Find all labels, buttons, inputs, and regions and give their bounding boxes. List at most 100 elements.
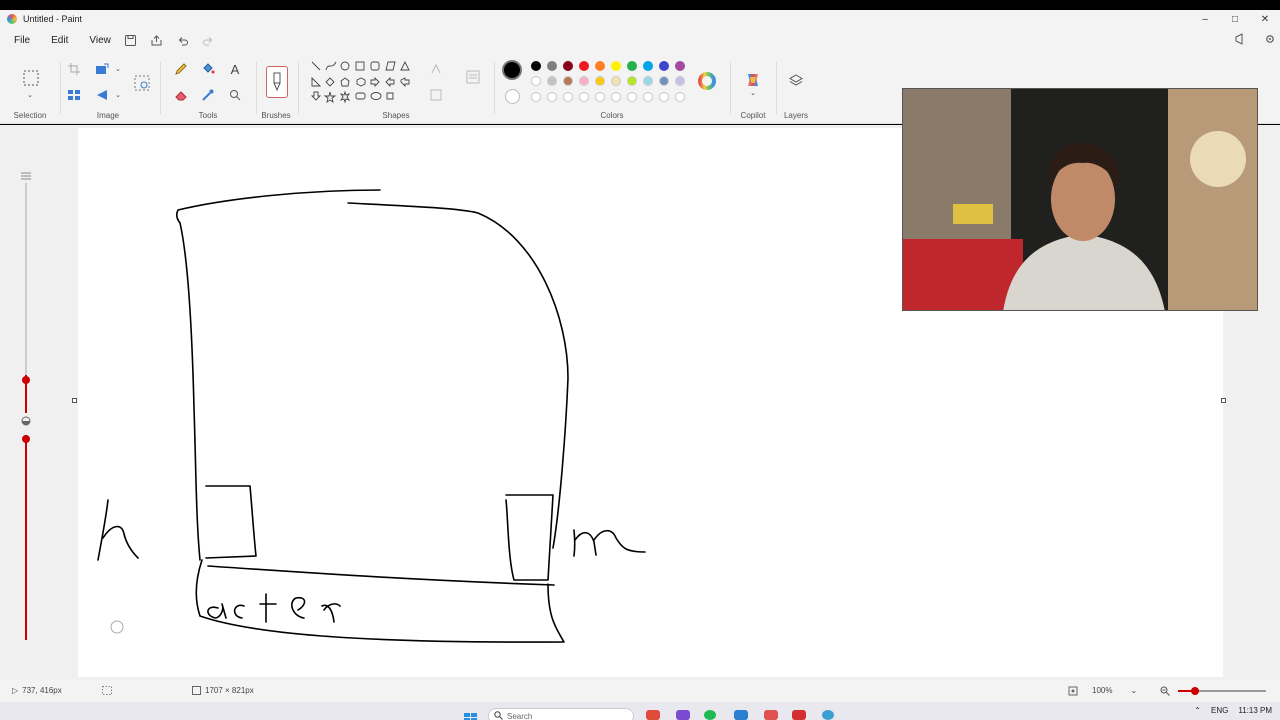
minimize-button[interactable]: –: [1190, 10, 1220, 28]
image-select-icon[interactable]: [133, 74, 151, 92]
copilot-dropdown-icon[interactable]: ⌄: [744, 84, 762, 102]
fit-to-window-icon[interactable]: [1068, 686, 1078, 696]
color-swatch[interactable]: [595, 61, 605, 71]
zoom-out-icon[interactable]: [1160, 686, 1170, 696]
brush-icon[interactable]: [266, 66, 288, 98]
taskbar-app-red-icon[interactable]: [764, 710, 778, 720]
custom-color-slot[interactable]: [627, 92, 637, 102]
image-label: Image: [96, 111, 120, 120]
taskbar-app-record-icon[interactable]: [792, 710, 806, 720]
screen-top-border: [0, 0, 1280, 10]
color-swatch[interactable]: [531, 61, 541, 71]
opacity-icon: [21, 413, 31, 426]
menu-file[interactable]: File: [7, 35, 37, 46]
opacity-slider-track[interactable]: [25, 435, 27, 640]
language-indicator[interactable]: ENG: [1211, 706, 1228, 715]
image-rotate-icon[interactable]: [65, 86, 83, 104]
shape-size-icon[interactable]: [464, 68, 482, 86]
layers-group: Layers: [776, 52, 816, 124]
crop-icon[interactable]: [65, 60, 83, 78]
color-swatch[interactable]: [611, 61, 621, 71]
maximize-button[interactable]: □: [1220, 10, 1250, 28]
share-icon[interactable]: [144, 30, 170, 50]
canvas-resize-handle-left[interactable]: [72, 398, 77, 403]
cursor-position: ▷ 737, 416px: [12, 686, 62, 695]
color-swatch[interactable]: [675, 61, 685, 71]
custom-color-slot[interactable]: [547, 92, 557, 102]
shape-fill-icon[interactable]: [428, 86, 446, 104]
custom-color-slot[interactable]: [563, 92, 573, 102]
custom-color-slot[interactable]: [643, 92, 653, 102]
color-swatch[interactable]: [643, 76, 653, 86]
color-swatch[interactable]: [547, 61, 557, 71]
clock-time[interactable]: 11:13 PM: [1238, 706, 1272, 715]
eraser-icon[interactable]: [172, 86, 190, 104]
layers-icon[interactable]: [787, 72, 805, 90]
pencil-icon[interactable]: [172, 60, 190, 78]
color-swatch[interactable]: [563, 76, 573, 86]
custom-color-slot[interactable]: [611, 92, 621, 102]
edit-colors-icon[interactable]: [698, 72, 716, 90]
spotify-icon[interactable]: [704, 710, 716, 720]
opacity-slider-thumb[interactable]: [22, 435, 30, 443]
zoom-slider-thumb[interactable]: [1191, 687, 1199, 695]
color-swatch[interactable]: [627, 61, 637, 71]
primary-color-swatch[interactable]: [502, 60, 522, 80]
size-slider-thumb[interactable]: [22, 376, 30, 384]
flip-dropdown-icon[interactable]: ⌄: [109, 86, 127, 104]
color-swatch[interactable]: [579, 76, 589, 86]
color-swatch[interactable]: [627, 76, 637, 86]
menu-view[interactable]: View: [82, 35, 118, 46]
stroke-top-right: [347, 202, 569, 549]
save-icon[interactable]: [118, 30, 144, 50]
color-swatch[interactable]: [547, 76, 557, 86]
color-swatch[interactable]: [563, 61, 573, 71]
shape-outline-icon[interactable]: [428, 60, 446, 78]
color-swatch[interactable]: [643, 61, 653, 71]
tools-label: Tools: [198, 111, 218, 120]
shape-gallery[interactable]: [308, 58, 420, 108]
redo-icon[interactable]: [196, 30, 222, 50]
custom-color-slot[interactable]: [531, 92, 541, 102]
undo-icon[interactable]: [170, 30, 196, 50]
menu-edit[interactable]: Edit: [44, 35, 75, 46]
color-swatch[interactable]: [675, 76, 685, 86]
brushes-label: Brushes: [261, 111, 291, 120]
start-icon[interactable]: [464, 710, 478, 720]
select-rectangle-icon[interactable]: [21, 68, 41, 88]
taskbar-app-store-icon[interactable]: [734, 710, 748, 720]
notifications-icon[interactable]: [1234, 32, 1246, 48]
webcam-overlay: [902, 88, 1258, 311]
color-swatch[interactable]: [659, 76, 669, 86]
taskbar-search[interactable]: Search: [488, 708, 634, 720]
canvas-resize-handle-right[interactable]: [1221, 398, 1226, 403]
zoom-dropdown-icon: ⌄: [1130, 686, 1138, 695]
custom-color-slot[interactable]: [595, 92, 605, 102]
magnifier-icon[interactable]: [226, 86, 244, 104]
stroke-top-left: [175, 189, 381, 224]
system-tray: ⌃ ENG 11:13 PM: [1194, 706, 1272, 715]
paint-taskbar-icon[interactable]: [822, 710, 834, 720]
text-tool-icon[interactable]: A: [226, 60, 244, 78]
color-swatch[interactable]: [659, 61, 669, 71]
brushes-group: Brushes: [256, 52, 296, 124]
secondary-color-swatch[interactable]: [505, 89, 520, 104]
color-swatch[interactable]: [611, 76, 621, 86]
taskbar-app-chrome-icon[interactable]: [646, 710, 660, 720]
zoom-select[interactable]: 100% ⌄: [1092, 686, 1137, 695]
tray-chevron-icon[interactable]: ⌃: [1194, 706, 1201, 715]
color-swatch[interactable]: [579, 61, 589, 71]
resize-dropdown-icon[interactable]: ⌄: [109, 60, 127, 78]
image-group: ⌄ ⌄ Image: [60, 52, 156, 124]
color-swatch[interactable]: [531, 76, 541, 86]
selection-dropdown-icon[interactable]: ⌄: [21, 86, 39, 104]
custom-color-slot[interactable]: [675, 92, 685, 102]
custom-color-slot[interactable]: [579, 92, 589, 102]
taskbar-app-purple-icon[interactable]: [676, 710, 690, 720]
close-button[interactable]: ✕: [1250, 10, 1280, 28]
settings-icon[interactable]: [1264, 33, 1276, 48]
color-swatch[interactable]: [595, 76, 605, 86]
custom-color-slot[interactable]: [659, 92, 669, 102]
color-picker-icon[interactable]: [199, 86, 217, 104]
fill-bucket-icon[interactable]: [199, 60, 217, 78]
